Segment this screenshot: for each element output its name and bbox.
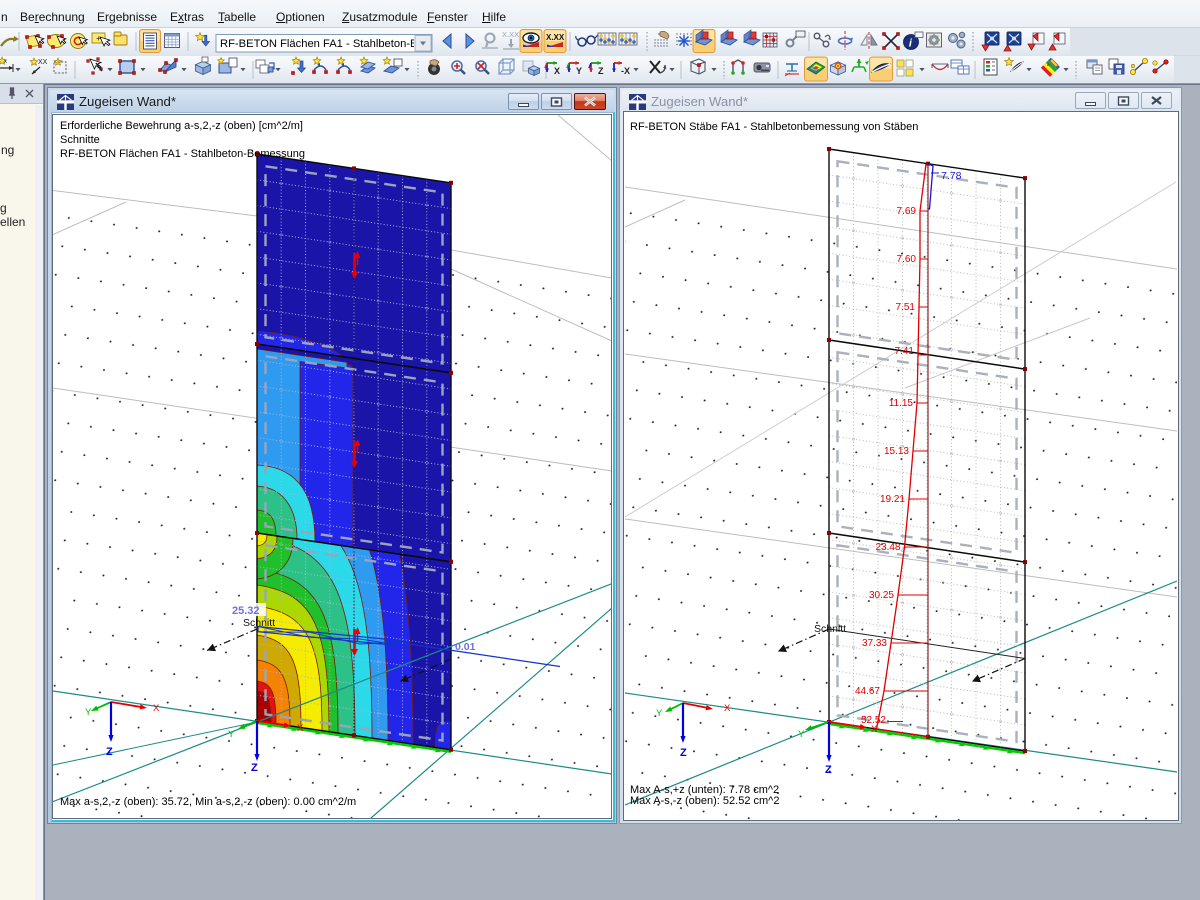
svg-text:37.33: 37.33 (862, 638, 887, 649)
svg-text:Schnitt: Schnitt (243, 617, 275, 629)
svg-text:RF-BETON Flächen FA1 - Stahlbe: RF-BETON Flächen FA1 - Stahlbeton-Be (220, 38, 424, 50)
svg-text:Z: Z (106, 746, 113, 758)
svg-text:X: X (724, 703, 731, 714)
svg-text:Y: Y (798, 729, 805, 740)
svg-text:x: x (4, 59, 7, 65)
svg-text:7.41: 7.41 (895, 346, 915, 357)
svg-text:X: X (153, 703, 160, 714)
svg-text:X: X (554, 66, 560, 76)
svg-text:X: X (871, 724, 878, 735)
svg-text:RF-BETON Stäbe FA1 - Stahlbeto: RF-BETON Stäbe FA1 - Stahlbetonbemessung… (630, 121, 918, 133)
svg-text:Y: Y (85, 707, 92, 718)
svg-text:7.78: 7.78 (941, 170, 962, 182)
svg-text:25.32: 25.32 (232, 605, 260, 617)
svg-text:Max a-s,2,-z (oben): 35.72, Mi: Max a-s,2,-z (oben): 35.72, Min a-s,2,-z… (60, 796, 356, 808)
svg-text:7.51: 7.51 (896, 302, 916, 313)
svg-text:RF-BETON Flächen FA1 - Stahlbe: RF-BETON Flächen FA1 - Stahlbeton-Bemess… (60, 148, 305, 160)
svg-text:23.48: 23.48 (875, 542, 900, 553)
svg-text:Max A-s,-z (oben): 52.52 cm^2: Max A-s,-z (oben): 52.52 cm^2 (630, 795, 779, 807)
svg-text:Z: Z (680, 747, 687, 759)
svg-text:Y: Y (576, 66, 582, 76)
svg-text:Z: Z (825, 764, 832, 776)
svg-text:Schnitt: Schnitt (814, 623, 846, 635)
svg-text:X.XX: X.XX (546, 33, 565, 42)
svg-text:X: X (297, 723, 304, 734)
svg-text:Z: Z (598, 66, 604, 76)
svg-text:0.01: 0.01 (455, 641, 476, 653)
svg-text:Y: Y (656, 708, 663, 719)
svg-text:Erforderliche Bewehrung a-s,2,: Erforderliche Bewehrung a-s,2,-z (oben) … (60, 120, 303, 132)
svg-text:15.13: 15.13 (884, 446, 909, 457)
svg-text:7.69: 7.69 (897, 206, 917, 217)
svg-text:7.60: 7.60 (897, 254, 917, 265)
svg-text:Schnitte: Schnitte (60, 134, 100, 146)
svg-text:30.25: 30.25 (869, 590, 894, 601)
svg-text:19.21: 19.21 (880, 494, 905, 505)
svg-text:Z: Z (251, 762, 258, 774)
svg-text:X.XX: X.XX (502, 30, 519, 39)
svg-text:44.67: 44.67 (855, 686, 880, 697)
svg-text:-X: -X (621, 66, 630, 76)
svg-text:XX: XX (38, 59, 48, 66)
svg-text:Y: Y (228, 729, 235, 740)
svg-text:11.15: 11.15 (889, 398, 914, 409)
